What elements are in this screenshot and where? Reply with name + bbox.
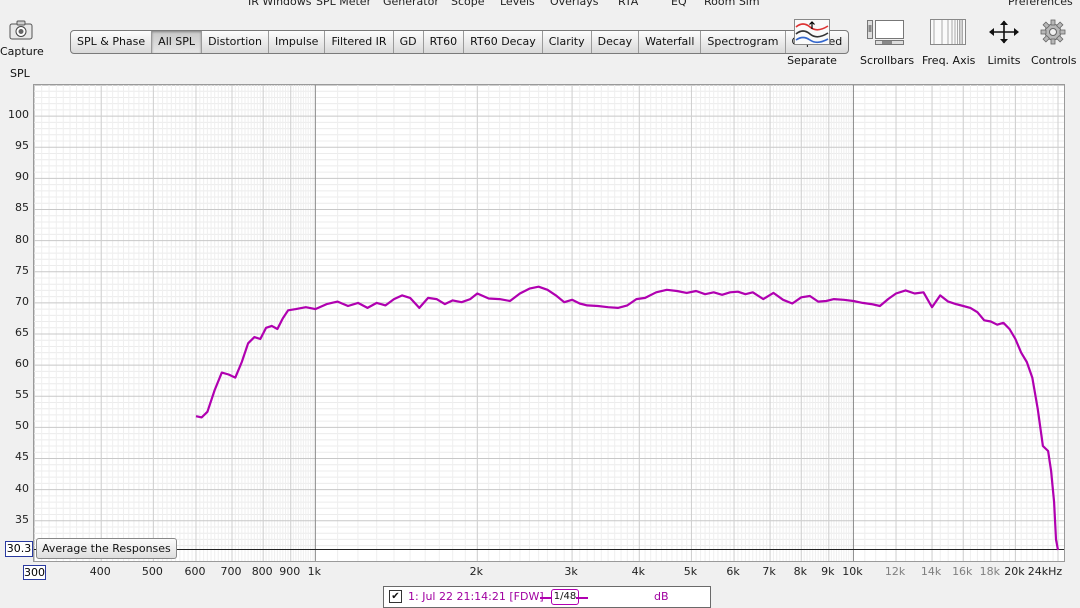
scrollbars-icon bbox=[867, 20, 904, 45]
y-tick-label: 50 bbox=[15, 419, 29, 433]
y-tick-label: 35 bbox=[15, 512, 29, 526]
x-tick-label: 16k bbox=[952, 565, 973, 578]
tab-filtered-ir[interactable]: Filtered IR bbox=[325, 31, 394, 53]
x-tick-label: 3k bbox=[564, 565, 578, 578]
y-tick-label: 40 bbox=[15, 481, 29, 495]
trace-color-swatch-right bbox=[576, 597, 588, 599]
controls-label: Controls bbox=[1031, 54, 1077, 67]
y-tick-label: 65 bbox=[15, 325, 29, 339]
x-tick-label: 12k bbox=[884, 565, 906, 578]
tab-spl-phase[interactable]: SPL & Phase bbox=[71, 31, 153, 53]
x-tick-label: 4k bbox=[631, 565, 645, 578]
top-menu-item-spl-meter[interactable]: SPL Meter bbox=[316, 0, 371, 8]
scrollbars-label: Scrollbars bbox=[860, 54, 915, 67]
x-tick-label: 10k bbox=[842, 565, 863, 578]
y-axis-unit-label: SPL bbox=[10, 67, 30, 80]
top-menu-item-overlays[interactable]: Overlays bbox=[550, 0, 599, 8]
x-tick-label: 900 bbox=[279, 565, 301, 578]
tab-all-spl[interactable]: All SPL bbox=[152, 31, 203, 53]
graph-tab-bar: SPL & Phase All SPL Distortion Impulse Filte… bbox=[70, 30, 850, 54]
x-tick-label: 8k bbox=[793, 565, 807, 578]
tab-spectrogram[interactable]: Spectrogram bbox=[701, 31, 786, 53]
freq-axis-label: Freq. Axis bbox=[922, 54, 976, 67]
y-tick-label: 95 bbox=[15, 139, 29, 153]
spl-graph-plot[interactable] bbox=[33, 84, 1065, 562]
x-tick-label: 800 bbox=[251, 565, 273, 578]
top-menu-item-room-sim[interactable]: Room Sim bbox=[704, 0, 760, 8]
tab-impulse[interactable]: Impulse bbox=[269, 31, 326, 53]
x-tick-label: 5k bbox=[683, 565, 698, 578]
limits-label: Limits bbox=[987, 54, 1021, 67]
x-tick-label: 7k bbox=[762, 565, 776, 578]
y-tick-label: 75 bbox=[15, 263, 29, 277]
x-tick-label: 400 bbox=[89, 565, 111, 578]
y-tick-label: 55 bbox=[15, 388, 29, 402]
limits-button[interactable]: Limits bbox=[983, 18, 1025, 67]
top-menu-bar: IR Windows SPL Meter Generator Scope Levels O… bbox=[0, 0, 1080, 10]
freq-axis-button[interactable]: Freq. Axis bbox=[922, 18, 976, 67]
x-tick-label: 2k bbox=[469, 565, 483, 578]
tab-rt60-decay[interactable]: RT60 Decay bbox=[464, 31, 543, 53]
top-menu-item-eq[interactable]: EQ bbox=[671, 0, 687, 8]
smoothing-indicator[interactable]: 1/48 bbox=[551, 589, 579, 605]
x-tick-label: 24kHz bbox=[1027, 565, 1063, 578]
gear-icon bbox=[1040, 19, 1066, 45]
capture-label: Capture bbox=[0, 45, 44, 58]
x-tick-label: 700 bbox=[220, 565, 242, 578]
x-tick-label: 18k bbox=[979, 565, 1000, 578]
y-tick-label: 70 bbox=[15, 294, 29, 308]
y-tick-label: 45 bbox=[15, 450, 29, 464]
x-tick-label: 1k bbox=[307, 565, 322, 578]
tab-distortion[interactable]: Distortion bbox=[202, 31, 269, 53]
y-tick-label: 85 bbox=[15, 201, 29, 215]
x-tick-label: 6k bbox=[726, 565, 740, 578]
tab-rt60[interactable]: RT60 bbox=[424, 31, 465, 53]
average-responses-button[interactable]: Average the Responses bbox=[36, 538, 177, 559]
spl-graph-canvas bbox=[34, 85, 1064, 561]
limits-icon bbox=[989, 20, 1019, 44]
tab-clarity[interactable]: Clarity bbox=[543, 31, 592, 53]
measurement-legend: ✔ 1: Jul 22 21:14:21 [FDW] 1/48 dB bbox=[383, 586, 711, 608]
separate-label: Separate bbox=[787, 54, 837, 67]
y-tick-label: 60 bbox=[15, 357, 29, 371]
measurement-name[interactable]: 1: Jul 22 21:14:21 [FDW] bbox=[408, 590, 544, 603]
x-axis-min-field[interactable]: 300 bbox=[23, 565, 46, 580]
controls-button[interactable]: Controls bbox=[1031, 18, 1077, 67]
x-tick-label: 20k bbox=[1004, 565, 1025, 578]
camera-icon bbox=[9, 20, 33, 40]
scrollbars-button[interactable]: Scrollbars bbox=[860, 18, 915, 67]
measurement-visible-checkbox[interactable]: ✔ bbox=[389, 590, 402, 603]
separate-traces-icon bbox=[794, 19, 830, 45]
x-tick-label: 500 bbox=[141, 565, 163, 578]
top-menu-item-generator[interactable]: Generator bbox=[383, 0, 439, 8]
freq-axis-icon bbox=[930, 19, 966, 45]
x-tick-label: 9k bbox=[821, 565, 835, 578]
top-menu-item-preferences[interactable]: Preferences bbox=[1008, 0, 1073, 8]
y-tick-label: 80 bbox=[15, 232, 29, 246]
tab-decay[interactable]: Decay bbox=[592, 31, 640, 53]
top-menu-item-rta[interactable]: RTA bbox=[618, 0, 638, 8]
y-tick-label: 100 bbox=[8, 108, 29, 122]
top-menu-item-ir-windows[interactable]: IR Windows bbox=[248, 0, 312, 8]
tab-gd[interactable]: GD bbox=[394, 31, 424, 53]
y-axis-min-field[interactable]: 30.3 bbox=[5, 541, 33, 557]
capture-button[interactable]: Capture bbox=[0, 20, 44, 58]
top-menu-item-levels[interactable]: Levels bbox=[500, 0, 535, 8]
y-tick-label: 90 bbox=[15, 170, 29, 184]
x-tick-label: 600 bbox=[184, 565, 206, 578]
top-menu-item-scope[interactable]: Scope bbox=[451, 0, 485, 8]
tab-waterfall[interactable]: Waterfall bbox=[639, 31, 702, 53]
measurement-unit: dB bbox=[654, 590, 669, 603]
separate-button[interactable]: Separate bbox=[787, 18, 837, 67]
x-tick-label: 14k bbox=[920, 565, 942, 578]
